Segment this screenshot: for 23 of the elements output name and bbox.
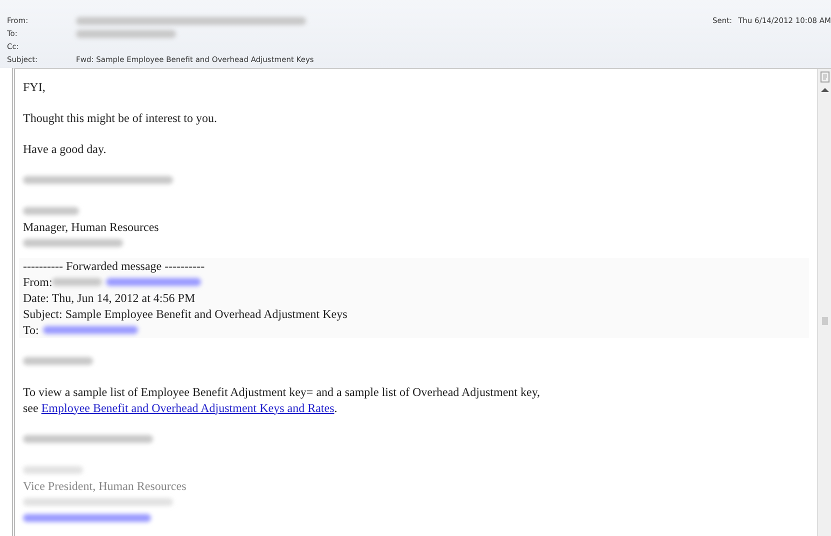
scroll-up-icon[interactable] [820, 87, 828, 93]
blurred-email-link[interactable] [42, 326, 138, 334]
body-text: To: [23, 322, 39, 338]
page-icon[interactable] [820, 71, 830, 83]
blurred-text [23, 207, 79, 215]
body-text: see Employee Benefit and Overhead Adjustment Keys and Rates. [23, 400, 338, 416]
body-text: Subject: Sample Employee Benefit and Overhead Adjustment Keys [23, 306, 348, 322]
body-text: From: [23, 274, 52, 290]
body-text: Date: Thu, Jun 14, 2012 at 4:56 PM [23, 290, 196, 306]
document-link[interactable]: Employee Benefit and Overhead Adjustment Keys and Rates [41, 400, 334, 414]
body-text: ---------- Forwarded message ---------- [23, 258, 205, 274]
scroll-thumb[interactable] [822, 317, 828, 325]
body-text: To view a sample list of Employee Benefit Adjustment key= and a sample list of Overhead Adjustment key, [23, 384, 540, 400]
body-text: FYI, [23, 80, 46, 94]
blurred-name [52, 278, 102, 286]
body-text: Manager, Human Resources [23, 220, 159, 234]
blurred-email-link[interactable] [23, 514, 151, 522]
blurred-text [23, 357, 93, 365]
scrollbar[interactable] [817, 69, 831, 536]
body-text: Vice President, Human Resources [23, 478, 186, 494]
body-text: Thought this might be of interest to you. [23, 110, 217, 126]
body-text: Have a good day. [23, 142, 106, 156]
blurred-email-link[interactable] [106, 278, 202, 286]
